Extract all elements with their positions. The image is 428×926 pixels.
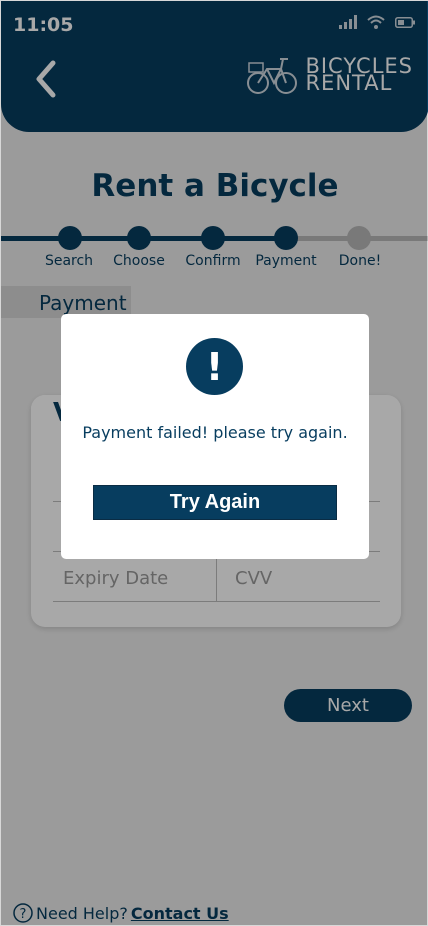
error-dialog: ! Payment failed! please try again. Try …: [61, 314, 369, 559]
error-message: Payment failed! please try again.: [82, 423, 348, 442]
try-again-button[interactable]: Try Again: [93, 485, 337, 520]
alert-icon: !: [186, 338, 243, 395]
app-screen: 11:05 BICYCLES RENTAL Rent a Bicycle Sea…: [0, 0, 428, 926]
